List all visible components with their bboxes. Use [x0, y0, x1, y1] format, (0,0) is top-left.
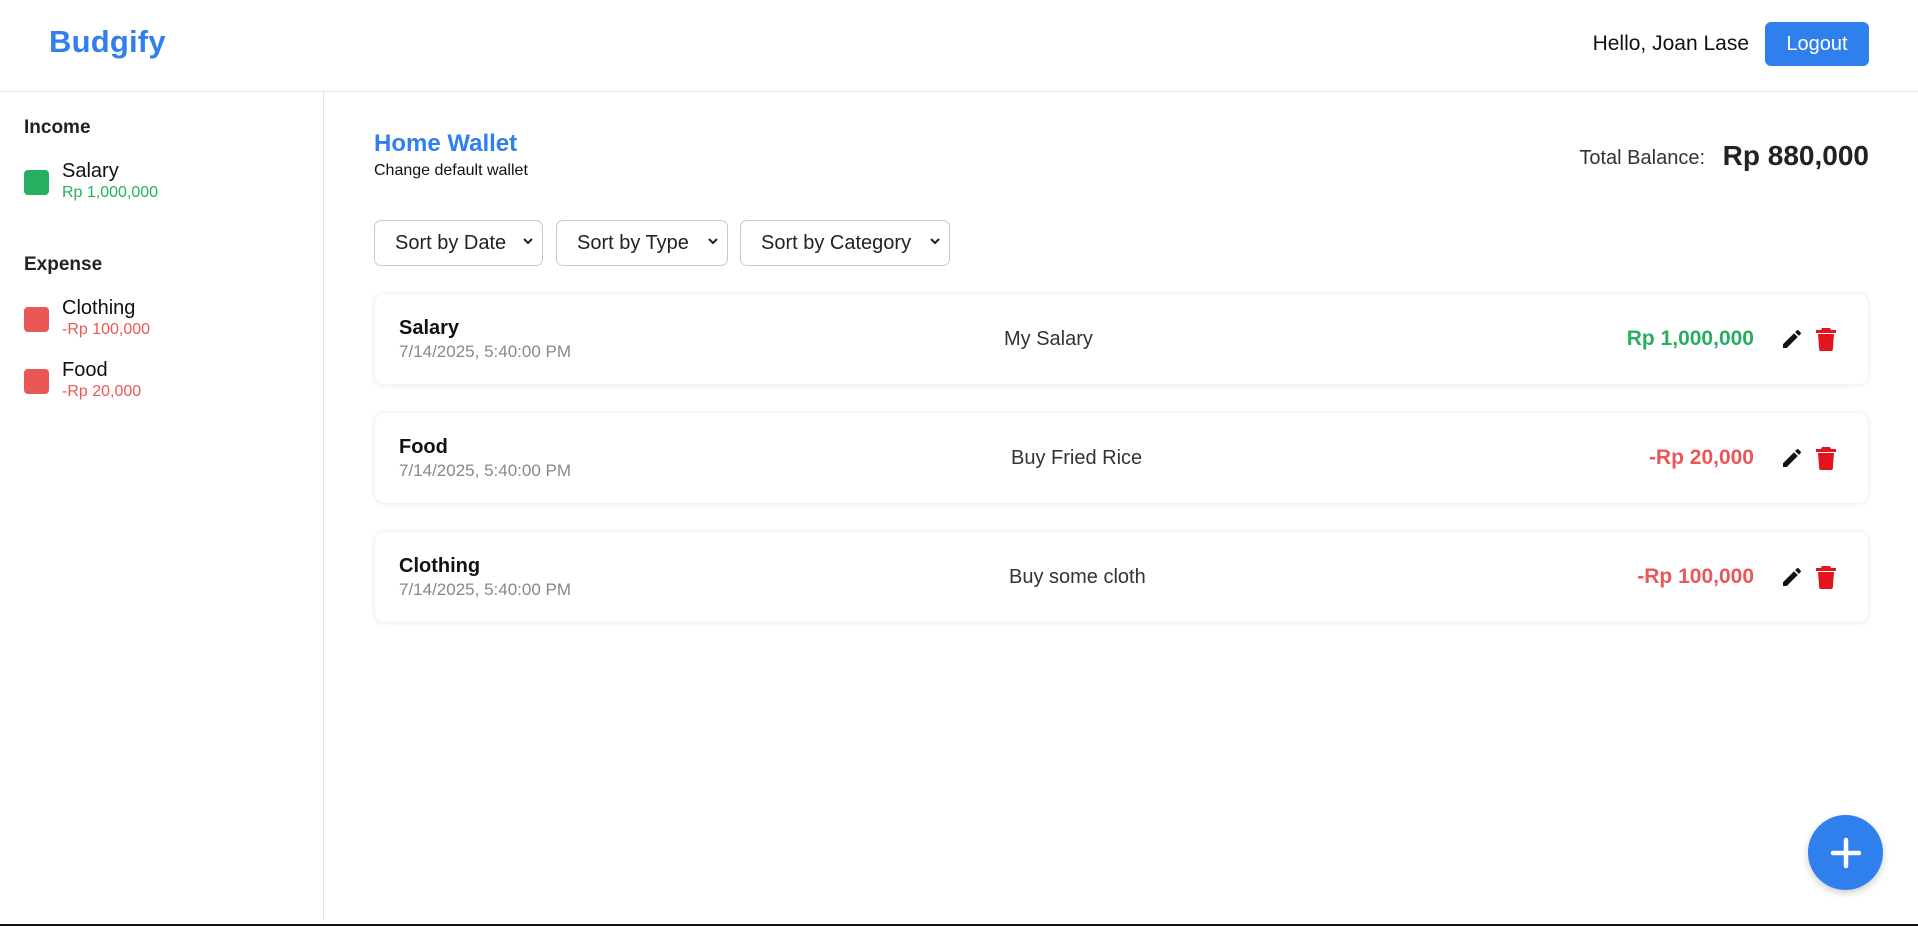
chevron-down-icon [929, 234, 941, 250]
income-heading: Income [24, 117, 91, 138]
sidebar-item-clothing[interactable]: Clothing -Rp 100,000 [24, 297, 304, 341]
select-value: Sort by Type [577, 231, 689, 254]
total-balance-value: Rp 880,000 [1722, 140, 1869, 171]
category-color-swatch [24, 170, 49, 195]
select-value: Sort by Category [761, 231, 912, 254]
category-amount: -Rp 100,000 [62, 321, 151, 338]
transaction-amount: -Rp 20,000 [1648, 446, 1754, 469]
transaction-description: Buy Fried Rice [1011, 447, 1143, 469]
expense-heading: Expense [24, 254, 103, 275]
transaction-amount: -Rp 100,000 [1637, 565, 1754, 588]
main-content: Home Wallet Change default wallet Total … [325, 92, 1918, 926]
chevron-down-icon [522, 234, 534, 250]
trash-icon[interactable] [1815, 327, 1841, 353]
category-name: Salary [62, 160, 119, 182]
sidebar-item-salary[interactable]: Salary Rp 1,000,000 [24, 160, 304, 204]
add-transaction-button[interactable] [1808, 815, 1883, 890]
wallet-title[interactable]: Home Wallet [374, 130, 517, 158]
app-logo[interactable]: Budgify [49, 24, 166, 60]
user-greeting: Hello, Joan Lase [1592, 32, 1749, 55]
category-name: Clothing [62, 297, 136, 319]
sort-by-category-select[interactable]: Sort by Category [740, 220, 950, 266]
pencil-icon[interactable] [1780, 446, 1806, 472]
category-amount: Rp 1,000,000 [62, 184, 159, 201]
category-name: Food [62, 359, 108, 381]
pencil-icon[interactable] [1780, 565, 1806, 591]
transaction-card[interactable]: Salary 7/14/2025, 5:40:00 PM My Salary R… [374, 293, 1869, 385]
transaction-description: My Salary [1004, 328, 1093, 350]
transaction-card[interactable]: Clothing 7/14/2025, 5:40:00 PM Buy some … [374, 531, 1869, 623]
transaction-category: Food [399, 436, 448, 458]
pencil-icon[interactable] [1780, 327, 1806, 353]
transaction-description: Buy some cloth [1009, 566, 1146, 588]
logout-button[interactable]: Logout [1765, 22, 1869, 66]
category-amount: -Rp 20,000 [62, 383, 142, 400]
sort-by-date-select[interactable]: Sort by Date [374, 220, 543, 266]
sidebar-item-food[interactable]: Food -Rp 20,000 [24, 359, 304, 403]
transaction-category: Clothing [399, 555, 481, 577]
select-value: Sort by Date [395, 231, 507, 254]
trash-icon[interactable] [1815, 565, 1841, 591]
transaction-amount: Rp 1,000,000 [1626, 327, 1754, 350]
plus-icon [1830, 837, 1862, 869]
transaction-category: Salary [399, 317, 460, 339]
trash-icon[interactable] [1815, 446, 1841, 472]
transaction-date: 7/14/2025, 5:40:00 PM [399, 580, 572, 599]
sort-by-type-select[interactable]: Sort by Type [556, 220, 728, 266]
transaction-card[interactable]: Food 7/14/2025, 5:40:00 PM Buy Fried Ric… [374, 412, 1869, 504]
transaction-date: 7/14/2025, 5:40:00 PM [399, 342, 572, 361]
category-sidebar: Income Salary Rp 1,000,000 Expense Cloth… [0, 92, 324, 920]
category-color-swatch [24, 307, 49, 332]
category-color-swatch [24, 369, 49, 394]
total-balance-label: Total Balance: [1579, 147, 1705, 169]
chevron-down-icon [707, 234, 719, 250]
transaction-date: 7/14/2025, 5:40:00 PM [399, 461, 572, 480]
change-default-wallet-link[interactable]: Change default wallet [374, 162, 528, 180]
top-navbar: Budgify Hello, Joan Lase Logout [0, 0, 1918, 92]
